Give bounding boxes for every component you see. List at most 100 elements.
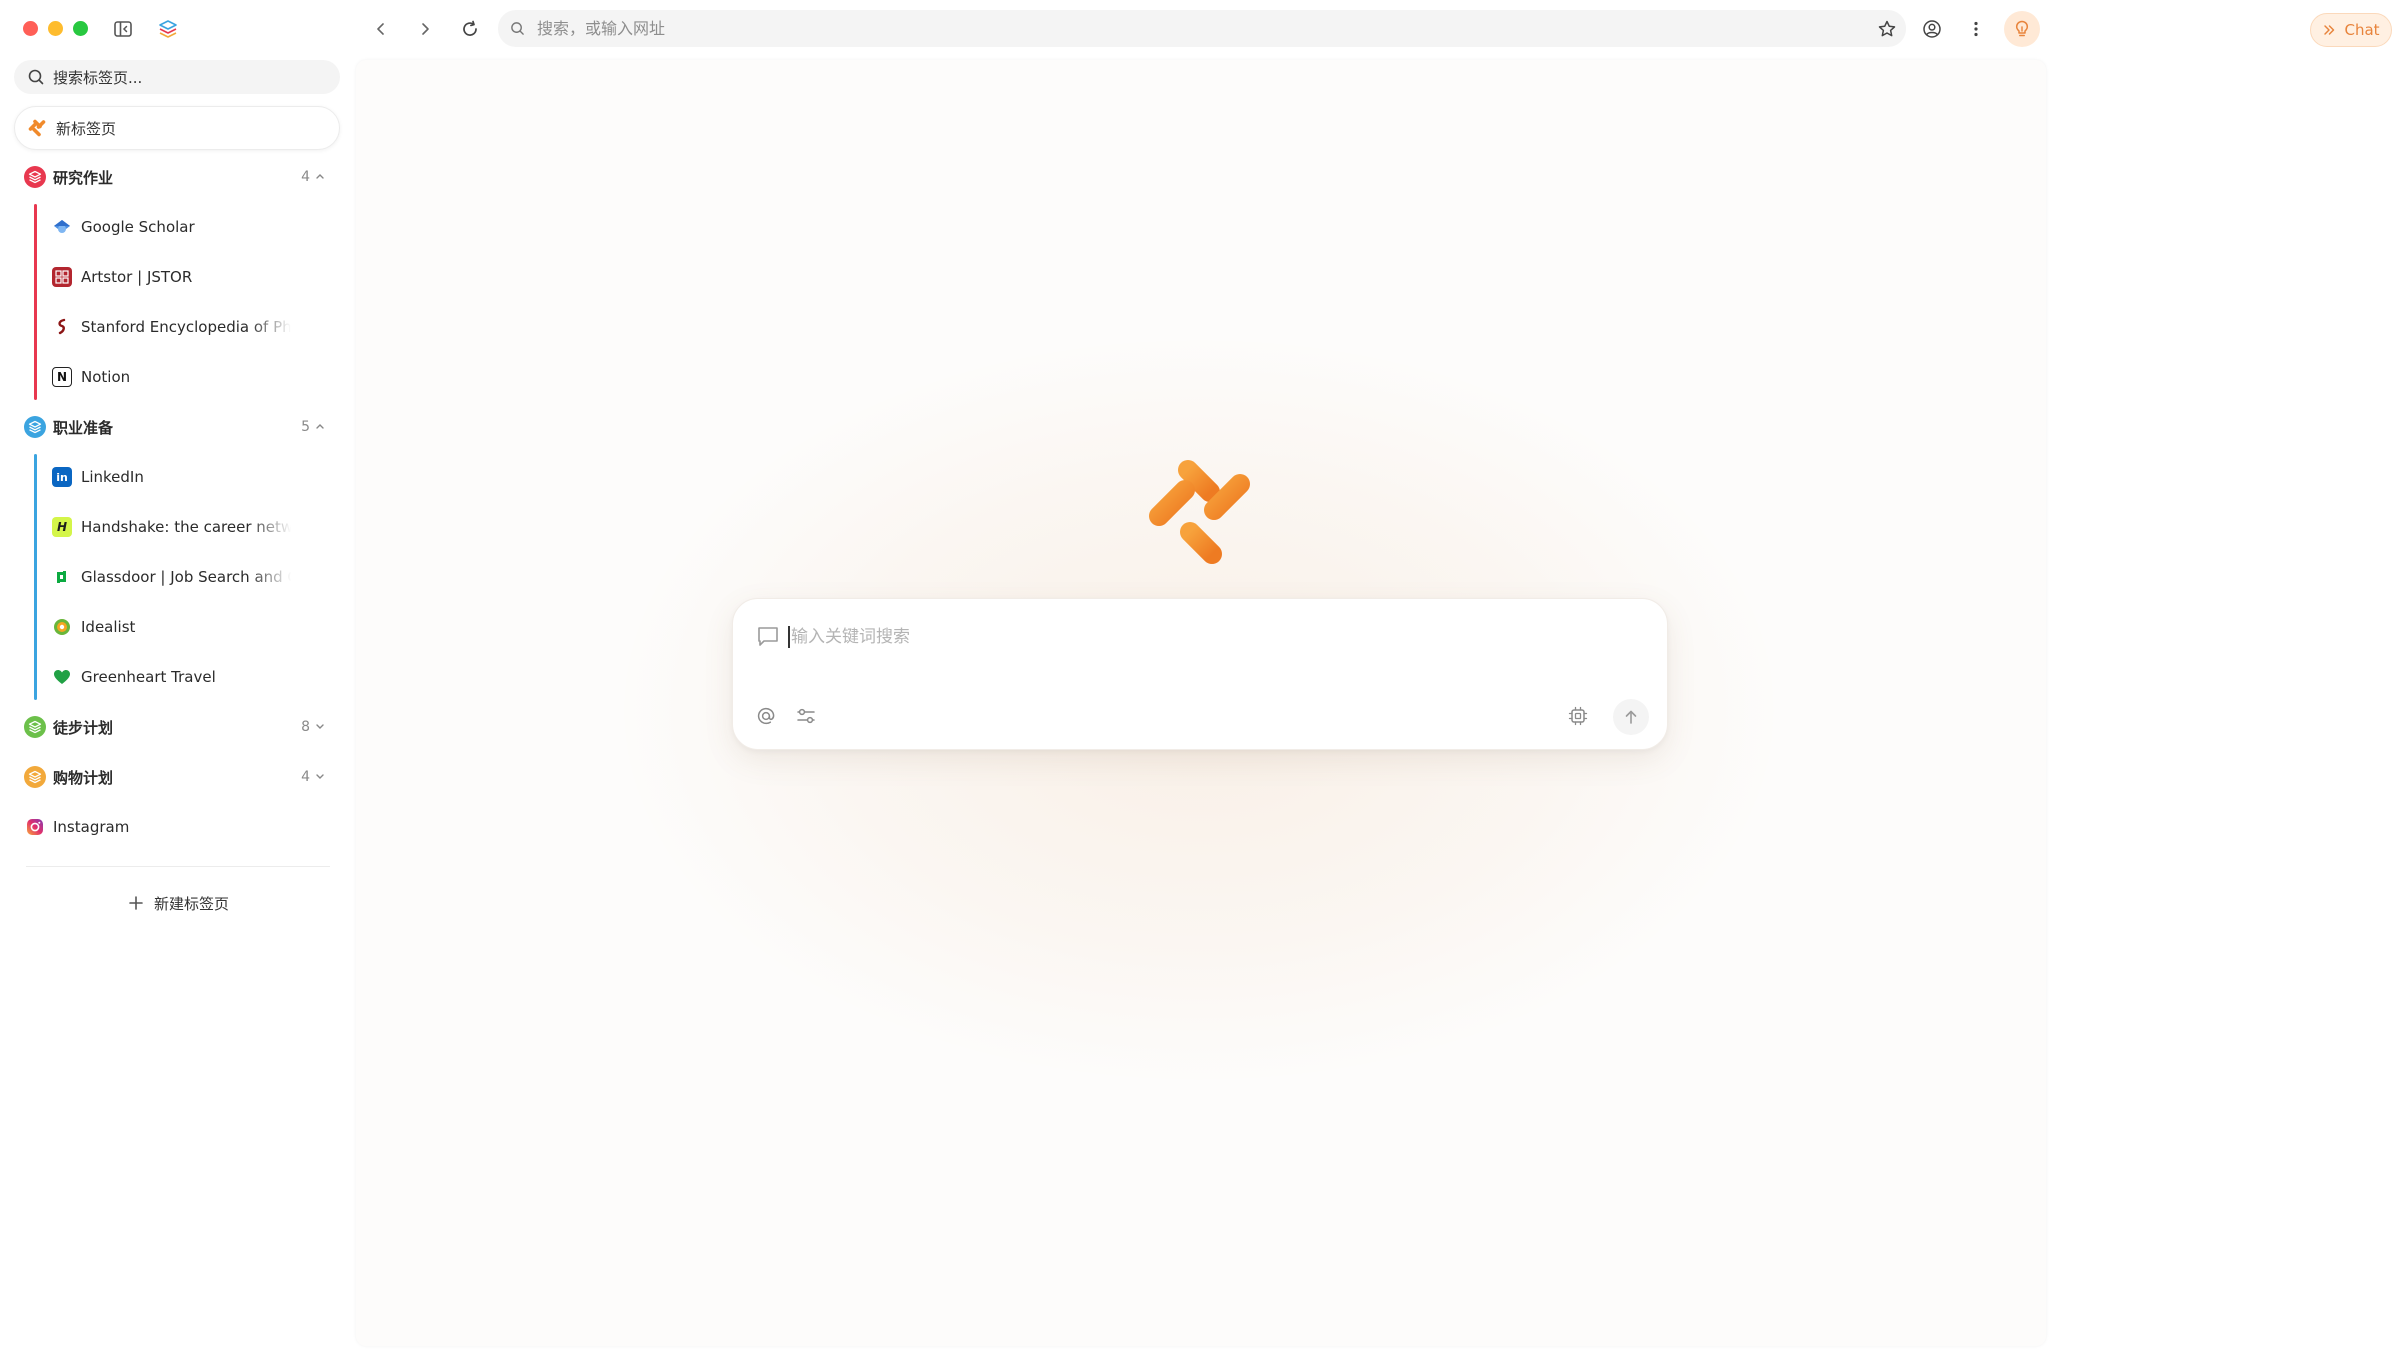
jstor-icon xyxy=(52,267,72,287)
lightbulb-icon xyxy=(2015,20,2029,37)
tab-title: Google Scholar xyxy=(81,218,195,236)
chip-icon xyxy=(1568,706,1588,726)
group-count: 4 xyxy=(301,169,310,185)
tab-title: Greenheart Travel xyxy=(81,668,216,686)
tab-search-field[interactable]: 搜索标签页... xyxy=(14,60,340,94)
tab-title: Glassdoor | Job Search and Career xyxy=(81,568,291,586)
group-stack-icon xyxy=(24,766,46,788)
more-vertical-icon xyxy=(1974,21,1978,37)
new-tab-item[interactable]: 新标签页 xyxy=(14,106,340,150)
tab-item[interactable]: N Notion xyxy=(14,352,340,402)
user-circle-icon xyxy=(1923,20,1941,38)
new-tab-button-label: 新建标签页 xyxy=(154,894,230,913)
group-stack-icon xyxy=(24,166,46,188)
tab-group-research[interactable]: 研究作业 4 xyxy=(14,152,340,202)
group-count: 5 xyxy=(301,419,310,435)
more-menu-button[interactable] xyxy=(1961,14,1991,44)
filter-button[interactable] xyxy=(791,701,821,731)
chevron-left-icon xyxy=(377,23,384,35)
address-input[interactable] xyxy=(537,19,1906,38)
at-sign-icon xyxy=(757,707,775,725)
tab-groups-icon[interactable] xyxy=(155,16,181,42)
handshake-icon: H xyxy=(52,517,72,537)
group-name: 购物计划 xyxy=(53,768,114,787)
group-name: 职业准备 xyxy=(53,418,114,437)
tab-item[interactable]: Google Scholar xyxy=(14,202,340,252)
tab-item[interactable]: Idealist xyxy=(14,602,340,652)
forward-button[interactable] xyxy=(410,14,440,44)
tab-title: Notion xyxy=(81,368,131,386)
app-logo-icon xyxy=(1149,460,1250,564)
glassdoor-icon xyxy=(52,567,72,587)
send-button[interactable] xyxy=(1613,699,1649,735)
tab-item[interactable]: Glassdoor | Job Search and Career xyxy=(14,552,340,602)
arrow-up-icon xyxy=(1625,710,1637,724)
address-bar[interactable] xyxy=(498,10,1906,47)
tab-title: Instagram xyxy=(53,818,130,836)
tab-search-placeholder: 搜索标签页... xyxy=(53,68,143,87)
tab-title: Artstor | JSTOR xyxy=(81,268,193,286)
new-tab-label: 新标签页 xyxy=(56,119,117,138)
reload-button[interactable] xyxy=(455,14,485,44)
tab-item[interactable]: H Handshake: the career network xyxy=(14,502,340,552)
tab-item[interactable]: Stanford Encyclopedia of Philosophy xyxy=(14,302,340,352)
tab-item[interactable]: Greenheart Travel xyxy=(14,652,340,702)
instagram-icon xyxy=(24,816,46,838)
text-cursor xyxy=(788,626,790,648)
group-count: 4 xyxy=(301,769,310,785)
group-name: 徒步计划 xyxy=(53,718,114,737)
tab-title: LinkedIn xyxy=(81,468,144,486)
app-logo-icon xyxy=(28,119,46,137)
chat-button-label: Chat xyxy=(2344,21,2380,39)
minimize-window-button[interactable] xyxy=(48,21,63,36)
assistant-button[interactable] xyxy=(2004,11,2040,47)
stanford-icon xyxy=(52,317,72,337)
chevron-down-icon[interactable] xyxy=(314,720,326,732)
search-box[interactable] xyxy=(732,598,1668,750)
tab-title: Stanford Encyclopedia of Philosophy xyxy=(81,318,291,336)
close-window-button[interactable] xyxy=(23,21,38,36)
tab-item[interactable]: Artstor | JSTOR xyxy=(14,252,340,302)
new-tab-page xyxy=(356,60,2046,1346)
group-name: 研究作业 xyxy=(53,168,114,187)
idealist-icon xyxy=(52,617,72,637)
maximize-window-button[interactable] xyxy=(73,21,88,36)
sliders-icon xyxy=(797,708,815,724)
tab-group-shopping[interactable]: 购物计划 4 xyxy=(14,752,340,802)
search-icon xyxy=(511,22,524,35)
sidebar: 搜索标签页... 新标签页 研究作业 4 Google Scholar Arts… xyxy=(0,0,352,1354)
bookmark-button[interactable] xyxy=(1872,14,1902,44)
chat-button[interactable]: Chat xyxy=(2310,13,2392,47)
heart-icon xyxy=(52,667,72,687)
chevron-right-icon xyxy=(422,23,429,35)
group-count: 8 xyxy=(301,719,310,735)
group-stack-icon xyxy=(24,416,46,438)
chevron-up-icon[interactable] xyxy=(314,170,326,182)
reload-icon xyxy=(463,20,477,36)
profile-button[interactable] xyxy=(1917,14,1947,44)
new-tab-button[interactable]: 新建标签页 xyxy=(128,888,229,918)
model-select-button[interactable] xyxy=(1563,701,1593,731)
keyword-search-input[interactable] xyxy=(791,621,1591,653)
notion-icon: N xyxy=(52,367,72,387)
mention-button[interactable] xyxy=(751,701,781,731)
plus-icon xyxy=(129,896,143,910)
linkedin-icon: in xyxy=(52,467,72,487)
back-button[interactable] xyxy=(366,14,396,44)
tab-title: Handshake: the career network xyxy=(81,518,291,536)
tab-group-career[interactable]: 职业准备 5 xyxy=(14,402,340,452)
star-icon xyxy=(1878,20,1896,37)
divider xyxy=(26,866,330,867)
toggle-sidebar-icon[interactable] xyxy=(110,16,136,42)
tab-item[interactable]: in LinkedIn xyxy=(14,452,340,502)
search-icon xyxy=(28,69,44,85)
tab-item-instagram[interactable]: Instagram xyxy=(14,802,340,852)
chevron-down-icon[interactable] xyxy=(314,770,326,782)
chevron-up-icon[interactable] xyxy=(314,420,326,432)
tab-title: Idealist xyxy=(81,618,136,636)
double-chevron-right-icon xyxy=(2324,25,2335,35)
google-scholar-icon xyxy=(52,217,72,237)
tab-group-hiking[interactable]: 徒步计划 8 xyxy=(14,702,340,752)
chat-bubble-icon xyxy=(758,627,778,646)
group-stack-icon xyxy=(24,716,46,738)
